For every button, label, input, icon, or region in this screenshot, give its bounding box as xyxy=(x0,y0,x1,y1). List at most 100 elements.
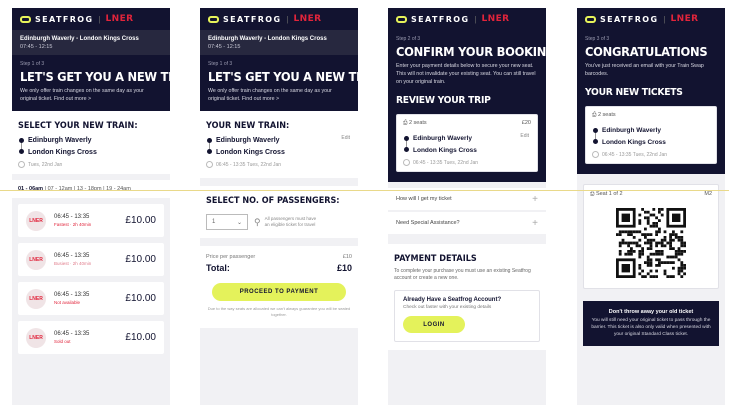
qr-module xyxy=(652,213,656,217)
qr-module xyxy=(680,230,684,234)
qr-module xyxy=(655,244,658,248)
qr-module xyxy=(641,233,644,236)
qr-module xyxy=(677,238,681,242)
passenger-panel: SELECT NO. OF PASSENGERS: 1 ⌄ ⚲ All passe… xyxy=(200,186,358,238)
qr-module xyxy=(649,258,653,262)
qr-module xyxy=(677,272,681,276)
qr-module xyxy=(677,247,681,250)
trip-card: ⎙ 2 seats £20 Edit Edinburgh Waverly Lon… xyxy=(396,114,538,172)
page-subtitle[interactable]: We only offer train changes on the same … xyxy=(20,87,162,103)
qr-module xyxy=(638,266,642,270)
stations: Edinburgh Waverly London Kings Cross xyxy=(18,135,164,159)
time-filter-options[interactable]: | 07 - 12am | 13 - 18pm | 19 - 24am xyxy=(45,186,131,192)
qr-module xyxy=(666,241,670,245)
seatfrog-logo-icon xyxy=(396,15,407,23)
chevron-down-icon: ⌄ xyxy=(236,219,242,226)
qr-module xyxy=(638,244,642,248)
hero: Step 3 of 3 CONGRATULATIONS You've just … xyxy=(577,30,725,174)
qr-module xyxy=(649,233,653,236)
train-price: £10.00 xyxy=(125,332,156,343)
qr-module xyxy=(658,258,661,262)
guide-line xyxy=(0,190,729,191)
qr-module xyxy=(618,250,622,253)
qr-module xyxy=(641,247,644,250)
ticket-barcode xyxy=(616,208,686,278)
qr-module xyxy=(652,224,656,228)
qr-module xyxy=(652,238,656,242)
qr-module xyxy=(652,252,656,256)
qr-module xyxy=(669,275,672,278)
section-heading: PAYMENT DETAILS xyxy=(394,254,477,264)
proceed-to-payment-button[interactable]: PROCEED TO PAYMENT xyxy=(212,283,346,301)
qr-module xyxy=(649,247,653,250)
new-train-panel: YOUR NEW TRAIN: Edit Edinburgh Waverly L… xyxy=(200,111,358,178)
seatfrog-logo-icon xyxy=(208,15,219,23)
time-filter[interactable]: 01 - 06am | 07 - 12am | 13 - 18pm | 19 -… xyxy=(12,180,170,198)
lner-logo-icon: LNER xyxy=(26,249,46,270)
qr-module xyxy=(660,252,664,256)
qr-module xyxy=(638,222,642,225)
train-time: 06:45 - 13:35 xyxy=(54,253,90,259)
tickets-heading: YOUR NEW TICKETS xyxy=(585,87,683,98)
qr-module xyxy=(658,241,661,245)
plus-icon: + xyxy=(532,193,538,205)
train-option[interactable]: LNER 06:45 - 13:35 Sold out £10.00 xyxy=(18,321,164,354)
qr-module xyxy=(646,272,650,276)
qr-module xyxy=(644,216,647,220)
qr-module xyxy=(649,238,653,242)
train-price: £10.00 xyxy=(125,215,156,226)
qr-module xyxy=(641,250,644,253)
route-summary: Edinburgh Waverly - London Kings Cross 0… xyxy=(200,30,358,55)
train-option[interactable]: LNER 06:45 - 13:35 Not available £10.00 xyxy=(18,282,164,315)
qr-module xyxy=(641,269,644,273)
qr-module xyxy=(635,230,639,234)
qr-module xyxy=(658,230,661,234)
qr-module xyxy=(646,216,650,220)
qr-module xyxy=(674,236,678,239)
train-status: Busiest · 2h 40min xyxy=(54,261,92,266)
app-header: SEATFROG | LNER xyxy=(388,8,546,30)
clock-icon xyxy=(18,161,25,168)
qr-module xyxy=(652,222,656,225)
qr-module xyxy=(646,219,650,222)
qr-module xyxy=(641,208,644,211)
train-option[interactable]: LNER 06:45 - 13:35 Busiest · 2h 40min £10.0… xyxy=(18,243,164,276)
qr-module xyxy=(669,247,672,250)
qr-module xyxy=(649,264,653,267)
qr-module xyxy=(655,258,658,262)
faq-assistance[interactable]: Need Special Assistance? + xyxy=(388,212,546,234)
qr-module xyxy=(658,261,661,264)
qr-module xyxy=(669,261,672,264)
train-price: £10.00 xyxy=(125,293,156,304)
qr-finder xyxy=(621,264,630,273)
qr-module xyxy=(646,222,650,225)
qr-module xyxy=(624,252,628,256)
faq-ticket[interactable]: How will I get my ticket + xyxy=(388,188,546,210)
qr-module xyxy=(680,236,684,239)
qr-module xyxy=(618,244,622,248)
qr-module xyxy=(655,275,658,278)
qr-module xyxy=(658,219,661,222)
qr-module xyxy=(658,250,661,253)
time-filter-active[interactable]: 01 - 06am xyxy=(18,186,43,192)
qr-module xyxy=(632,241,636,245)
route-title: Edinburgh Waverly - London Kings Cross xyxy=(20,36,139,42)
qr-module xyxy=(669,236,672,239)
qr-module xyxy=(677,269,681,273)
qr-module xyxy=(663,238,667,242)
passenger-select[interactable]: 1 ⌄ xyxy=(206,214,248,230)
qr-module xyxy=(683,266,686,270)
train-price: £10.00 xyxy=(125,254,156,265)
qr-module xyxy=(618,233,622,236)
qr-module xyxy=(680,252,684,256)
qr-module xyxy=(658,252,661,256)
clock-icon xyxy=(592,151,599,158)
page-title: LET'S GET YOU A NEW TRAIN xyxy=(208,69,358,84)
qr-module xyxy=(649,244,653,248)
qr-module xyxy=(646,238,650,242)
lner-logo-icon: LNER xyxy=(26,288,46,309)
clock-icon xyxy=(403,159,410,166)
login-button[interactable]: LOGIN xyxy=(403,316,465,333)
train-option[interactable]: LNER 06:45 - 13:35 Fastest · 2h 40min £10.0… xyxy=(18,204,164,237)
destination-station: London Kings Cross xyxy=(28,149,97,156)
